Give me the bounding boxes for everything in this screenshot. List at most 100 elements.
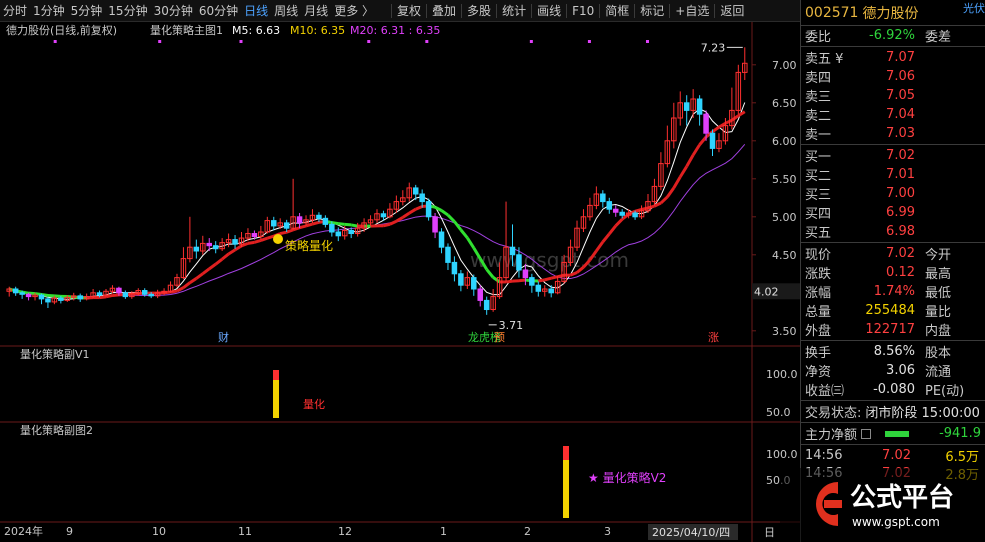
y-tick-label: 5.50: [772, 173, 797, 186]
trade-row: 14:56 7.02 6.5万: [801, 446, 985, 465]
chart-area[interactable]: 7.006.506.005.505.004.504.003.50德力股份(日线,…: [0, 22, 800, 542]
bid-label: 买四: [805, 207, 832, 222]
trend-line-seg: [253, 238, 262, 244]
bid-price: 7.00: [886, 186, 915, 201]
trend-line-seg: [234, 244, 243, 252]
bid-row[interactable]: 买五 6.98: [801, 222, 985, 241]
ask-price: 7.05: [886, 88, 915, 103]
candle-body: [529, 277, 535, 286]
ask-row[interactable]: 卖四 7.06: [801, 67, 985, 86]
tool-8[interactable]: +自选: [672, 0, 712, 22]
stat-row: 外盘 122717 内盘: [801, 320, 985, 339]
period-9[interactable]: 更多 〉: [331, 0, 377, 22]
coin-icon: [273, 234, 283, 244]
period-5[interactable]: 60分钟: [196, 0, 241, 22]
y-tick-label: 6.00: [772, 135, 797, 148]
period-8[interactable]: 月线: [301, 0, 331, 22]
x-tick-label: 10: [152, 525, 166, 538]
tool-4[interactable]: 画线: [534, 0, 564, 22]
tool-5[interactable]: F10: [569, 0, 597, 22]
trend-line-seg: [557, 273, 565, 279]
trend-line-seg: [601, 232, 611, 243]
tool-6[interactable]: 简框: [602, 0, 632, 22]
kline-chart[interactable]: 7.006.506.005.505.004.504.003.50德力股份(日线,…: [0, 22, 800, 542]
ask-row[interactable]: 卖三 7.05: [801, 86, 985, 105]
period-4[interactable]: 30分钟: [151, 0, 196, 22]
candle-body: [141, 290, 148, 295]
trend-line-seg: [299, 224, 307, 230]
bid-label: 买三: [805, 188, 832, 203]
candle-body: [322, 217, 329, 225]
bid-row[interactable]: 买三 7.00: [801, 184, 985, 203]
x-tick-label: 9: [66, 525, 73, 538]
bid-row[interactable]: 买四 6.99: [801, 203, 985, 222]
ask-row[interactable]: 卖一 7.03: [801, 124, 985, 143]
signal-dot: [529, 40, 533, 43]
candle-body: [432, 216, 438, 233]
candle-body: [148, 293, 154, 297]
ask-row[interactable]: 卖五 ¥ 7.07: [801, 48, 985, 67]
trade-status-row: 交易状态: 闭市阶段 15:00:00: [801, 402, 985, 421]
stat-row: 现价 7.02 今开: [801, 244, 985, 263]
high-label: 7.23: [701, 41, 726, 54]
trend-line-seg: [459, 228, 469, 239]
tool-0[interactable]: 复权: [394, 0, 424, 22]
tool-2[interactable]: 多股: [464, 0, 494, 22]
trade-time: 14:56: [805, 447, 843, 463]
sector-tag[interactable]: 光伏: [963, 0, 985, 16]
x-tick-label: 3: [604, 525, 611, 538]
ask-list: 卖五 ¥ 7.07 卖四 7.06 卖三 7.05 卖二 7.04 卖一 7.03: [801, 48, 985, 143]
x-tick-label: 1: [440, 525, 447, 538]
signal-dot: [239, 40, 243, 43]
stat-label: 收益㈢: [805, 384, 845, 399]
main-net-row[interactable]: 主力净额 -941.9: [801, 424, 985, 443]
candle-body: [703, 113, 709, 134]
signal-dot: [425, 40, 429, 43]
tool-1[interactable]: 叠加: [429, 0, 459, 22]
event-marker: 财: [218, 330, 229, 344]
stat-value: 3.06: [886, 363, 915, 378]
stat-value: 0.12: [886, 265, 915, 280]
event-marker: 预: [494, 331, 505, 344]
ask-price: 7.04: [886, 107, 915, 122]
stock-name[interactable]: 德力股份: [862, 3, 918, 23]
tool-9[interactable]: 返回: [717, 0, 747, 22]
sub2-title: 量化策略副图2: [20, 423, 93, 437]
stat-row: 收益㈢ -0.080 PE(动): [801, 380, 985, 399]
ma20-label: M20: 6.31 : 6.35: [350, 24, 440, 37]
trend-line-seg: [189, 277, 198, 284]
candle-body: [696, 98, 703, 115]
list-icon[interactable]: [861, 428, 872, 439]
strategy-label: 策略量化: [285, 238, 333, 253]
period-0[interactable]: 分时: [0, 0, 30, 22]
candle-body: [45, 298, 51, 303]
candle-body: [425, 201, 432, 218]
stock-code[interactable]: 002571: [805, 5, 858, 21]
tool-7[interactable]: 标记: [637, 0, 667, 22]
quote-panel: 002571 德力股份 光伏 委比 -6.92% 委差 卖五 ¥ 7.07 卖四 7.…: [800, 0, 985, 542]
period-7[interactable]: 周线: [271, 0, 301, 22]
bid-row[interactable]: 买一 7.02: [801, 146, 985, 165]
bid-price: 7.02: [886, 148, 915, 163]
candle-body: [509, 246, 516, 256]
trend-line-seg: [247, 240, 255, 245]
trend-line-seg: [34, 292, 42, 296]
period-6[interactable]: 日线: [241, 0, 271, 22]
period-3[interactable]: 15分钟: [105, 0, 150, 22]
main-net-value: -941.9: [939, 426, 981, 441]
tool-3[interactable]: 统计: [499, 0, 529, 22]
signal-dot: [645, 40, 649, 43]
period-2[interactable]: 5分钟: [68, 0, 106, 22]
stat-label-2: 流通: [925, 365, 952, 380]
ask-row[interactable]: 卖二 7.04: [801, 105, 985, 124]
weibi-row: 委比 -6.92% 委差: [801, 26, 985, 45]
trend-line-seg: [440, 209, 449, 217]
bid-row[interactable]: 买二 7.01: [801, 165, 985, 184]
candle-body: [12, 288, 19, 294]
period-1[interactable]: 1分钟: [30, 0, 68, 22]
candle-body: [380, 213, 387, 218]
trend-line-seg: [331, 221, 339, 226]
trend-line-seg: [691, 143, 701, 156]
signal-dot: [53, 40, 57, 43]
ask-label: 卖二: [805, 109, 832, 124]
